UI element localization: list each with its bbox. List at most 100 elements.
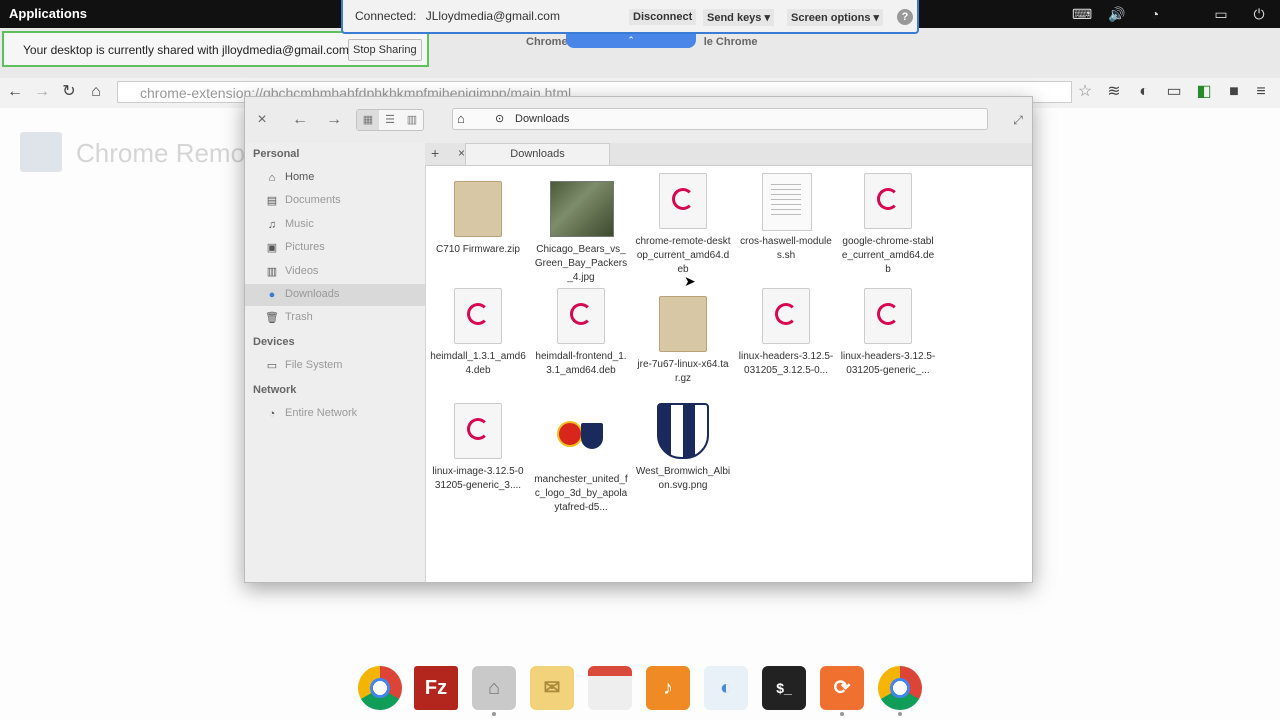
remote-desktop-logo <box>20 132 62 172</box>
sidebar-item-home[interactable]: ⌂ Home <box>245 167 425 189</box>
file-name: manchester_united_fc_logo_3d_by_apolayta… <box>534 474 628 513</box>
toggle-glyph: ◐ <box>719 677 733 699</box>
menu-icon[interactable]: ≡ <box>1252 83 1270 101</box>
debian-swirl-icon <box>877 188 899 210</box>
power-icon[interactable]: ⏻ <box>1250 5 1268 23</box>
forward-icon[interactable]: → <box>33 83 51 101</box>
home-icon[interactable]: ⌂ <box>87 83 105 101</box>
sidebar-item-trash[interactable]: 🗑 Trash <box>245 307 425 329</box>
updates-dock-icon[interactable]: ⟳ <box>820 666 864 710</box>
file-name: heimdall-frontend_1.3.1_amd64.deb <box>535 351 627 376</box>
file-item[interactable]: linux-headers-3.12.5-031205-generic_... <box>840 288 936 400</box>
switchboard-dock-icon[interactable]: ◐ <box>704 666 748 710</box>
file-item[interactable]: West_Bromwich_Albion.svg.png <box>635 403 731 515</box>
debian-swirl-icon <box>672 188 694 210</box>
path-bar[interactable]: ⌂ ⊙ Downloads <box>452 108 988 130</box>
debian-package-icon <box>659 173 707 229</box>
path-segment-downloads[interactable]: Downloads <box>515 113 569 125</box>
sidebar-item-music[interactable]: ♫ Music <box>245 214 425 236</box>
debian-swirl-icon <box>877 303 899 325</box>
sidebar-item-label: File System <box>285 359 343 371</box>
disconnect-button[interactable]: Disconnect <box>629 9 697 25</box>
home-icon[interactable]: ⌂ <box>457 111 465 126</box>
help-icon[interactable]: ? <box>897 9 913 25</box>
extension-green-icon[interactable]: ◧ <box>1195 83 1213 101</box>
sidebar-item-label: Downloads <box>285 288 340 300</box>
applications-menu[interactable]: Applications <box>9 6 87 21</box>
debian-package-icon <box>557 288 605 344</box>
envelope-glyph: ✉ <box>543 677 561 699</box>
file-item[interactable]: Chicago_Bears_vs_Green_Bay_Packers_4.jpg <box>533 181 629 293</box>
stop-sharing-button[interactable]: Stop Sharing <box>348 39 422 61</box>
send-keys-button[interactable]: Send keys ▾ <box>703 9 775 26</box>
extension-dark-icon[interactable]: ■ <box>1225 83 1243 101</box>
extension-circle-icon[interactable]: ◐ <box>1135 83 1153 101</box>
sidebar-item-downloads[interactable]: ● Downloads <box>245 284 425 306</box>
title-right: le Chrome <box>703 36 758 48</box>
expand-icon[interactable]: ⤢ <box>1007 109 1029 131</box>
connected-status: Connected: JLloydmedia@gmail.com <box>355 9 560 23</box>
sidebar-item-filesystem[interactable]: ▭ File System <box>245 355 425 377</box>
cast-icon[interactable]: ▭ <box>1165 83 1183 101</box>
connected-label: Connected: <box>355 9 417 23</box>
debian-swirl-icon <box>467 303 489 325</box>
extension-layers-icon[interactable]: ≋ <box>1105 83 1123 101</box>
files-dock-icon[interactable]: ⌂ <box>472 666 516 710</box>
chrome-dock-icon[interactable] <box>878 666 922 710</box>
music-dock-icon[interactable]: ♪ <box>646 666 690 710</box>
file-item[interactable]: manchester_united_fc_logo_3d_by_apolayta… <box>533 411 629 523</box>
forward-arrow-icon[interactable]: → <box>323 109 345 131</box>
bookmark-star-icon[interactable]: ☆ <box>1076 83 1094 101</box>
pictures-icon: ▣ <box>266 242 278 254</box>
football-logos-thumbnail <box>557 411 605 467</box>
back-arrow-icon[interactable]: ← <box>289 109 311 131</box>
back-icon[interactable]: ← <box>6 83 24 101</box>
debian-package-icon <box>454 403 502 459</box>
new-tab-icon[interactable]: + <box>431 145 439 161</box>
file-item[interactable]: google-chrome-stable_current_amd64.deb <box>840 173 936 285</box>
file-manager-window: × ← → ▦ ☰ ▥ ⌂ ⊙ Downloads ⤢ Personal ⌂ Ho… <box>244 96 1033 583</box>
file-item[interactable]: cros-haswell-modules.sh <box>738 173 834 285</box>
file-item[interactable]: linux-image-3.12.5-031205-generic_3.... <box>430 403 526 515</box>
file-item[interactable]: chrome-remote-desktop_current_amd64.deb <box>635 173 731 285</box>
file-item[interactable]: C710 Firmware.zip <box>430 181 526 293</box>
remote-connection-bar: Connected: JLloydmedia@gmail.com Disconn… <box>341 0 919 34</box>
terminal-dock-icon[interactable]: $_ <box>762 666 806 710</box>
volume-icon[interactable]: 🔊 <box>1108 5 1126 23</box>
sidebar-item-entire-network[interactable]: ◔ Entire Network <box>245 403 425 425</box>
grid-view-icon[interactable]: ▦ <box>357 110 379 130</box>
sidebar-item-videos[interactable]: ▥ Videos <box>245 261 425 283</box>
list-view-icon[interactable]: ☰ <box>379 110 401 130</box>
reload-icon[interactable]: ↻ <box>60 83 78 101</box>
videos-icon: ▥ <box>266 266 278 278</box>
wifi-icon[interactable]: ◔ <box>1146 5 1164 23</box>
tab-downloads[interactable]: Downloads <box>465 143 610 165</box>
calendar-dock-icon[interactable] <box>588 666 632 710</box>
file-item[interactable]: heimdall_1.3.1_amd64.deb <box>430 288 526 400</box>
close-icon[interactable]: × <box>251 109 273 131</box>
file-name: cros-haswell-modules.sh <box>740 236 832 261</box>
note-glyph: ♪ <box>663 677 673 699</box>
collapse-bar-tab[interactable]: ⌃ <box>566 34 696 48</box>
filezilla-glyph: Fz <box>424 677 448 699</box>
filezilla-dock-icon[interactable]: Fz <box>414 666 458 710</box>
prompt-glyph: $_ <box>776 680 792 696</box>
file-name: Chicago_Bears_vs_Green_Bay_Packers_4.jpg <box>534 244 628 283</box>
chrome-dock-icon[interactable] <box>358 666 402 710</box>
file-item[interactable]: jre-7u67-linux-x64.tar.gz <box>635 296 731 408</box>
screen-options-button[interactable]: Screen options ▾ <box>787 9 884 26</box>
close-tab-icon[interactable]: × <box>458 146 465 160</box>
chevron-down-icon: ▾ <box>764 12 771 24</box>
running-indicator <box>898 712 902 716</box>
chevron-down-icon: ▾ <box>873 12 880 24</box>
file-item[interactable]: heimdall-frontend_1.3.1_amd64.deb <box>533 288 629 400</box>
sidebar-item-documents[interactable]: ▤ Documents <box>245 190 425 212</box>
keyboard-icon[interactable]: ⌨ <box>1072 5 1092 23</box>
file-item[interactable]: linux-headers-3.12.5-031205_3.12.5-0... <box>738 288 834 400</box>
battery-icon[interactable]: ▭ <box>1212 5 1230 23</box>
sidebar-category-personal: Personal <box>253 148 300 160</box>
sidebar-item-label: Music <box>285 218 314 230</box>
column-view-icon[interactable]: ▥ <box>401 110 423 130</box>
sidebar-item-pictures[interactable]: ▣ Pictures <box>245 237 425 259</box>
mail-dock-icon[interactable]: ✉ <box>530 666 574 710</box>
